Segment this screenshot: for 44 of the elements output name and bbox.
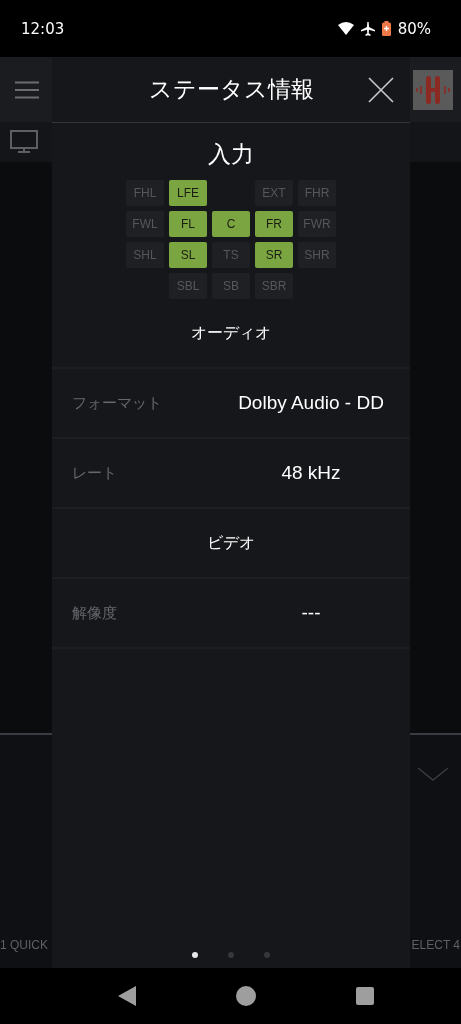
channel-indicator: LFE [169,180,207,206]
quick-select-label[interactable]: ELECT 4 [411,938,460,952]
section-heading: 入力 [208,140,254,169]
field-label: フォーマット [72,393,163,413]
back-icon[interactable] [117,986,136,1006]
field-value: --- [300,602,322,624]
channel-indicator: SL [169,242,207,268]
close-icon[interactable] [368,77,394,103]
recents-icon[interactable] [355,987,374,1005]
menu-icon[interactable] [15,80,39,99]
page-dot[interactable] [192,952,198,958]
channel-indicator: FL [169,211,207,237]
section-heading: オーディオ [191,322,271,344]
battery-level: 80% [397,19,431,38]
channel-indicator: SBR [255,273,293,299]
field-label: レート [72,463,118,483]
channel-indicator: FWL [126,211,164,237]
channel-indicator: FR [255,211,293,237]
clock: 12:03 [21,19,65,38]
battery-icon [381,21,391,36]
tv-icon[interactable] [10,130,38,154]
channel-indicator: C [212,211,250,237]
quick-select-label[interactable]: 1 QUICK [0,938,48,952]
dialog-title: ステータス情報 [148,75,314,104]
channel-indicator: SHR [298,242,336,268]
field-value: Dolby Audio - DD [237,392,385,414]
channel-indicator: FHL [126,180,164,206]
field-label: 解像度 [72,603,118,623]
channel-indicator: FHR [298,180,336,206]
logo-icon[interactable] [413,69,453,110]
page-dot[interactable] [264,952,270,958]
page-dot[interactable] [228,952,234,958]
channel-indicator: SBL [169,273,207,299]
channel-indicator: EXT [255,180,293,206]
home-icon[interactable] [235,986,256,1006]
channel-indicator: SR [255,242,293,268]
channel-indicator: SB [212,273,250,299]
section-heading: ビデオ [207,532,255,554]
field-value: 48 kHz [280,462,342,484]
channel-indicator: FWR [298,211,336,237]
channel-indicator: SHL [126,242,164,268]
channel-indicator: TS [212,242,250,268]
wifi-icon [337,22,354,35]
airplane-icon [360,21,375,36]
